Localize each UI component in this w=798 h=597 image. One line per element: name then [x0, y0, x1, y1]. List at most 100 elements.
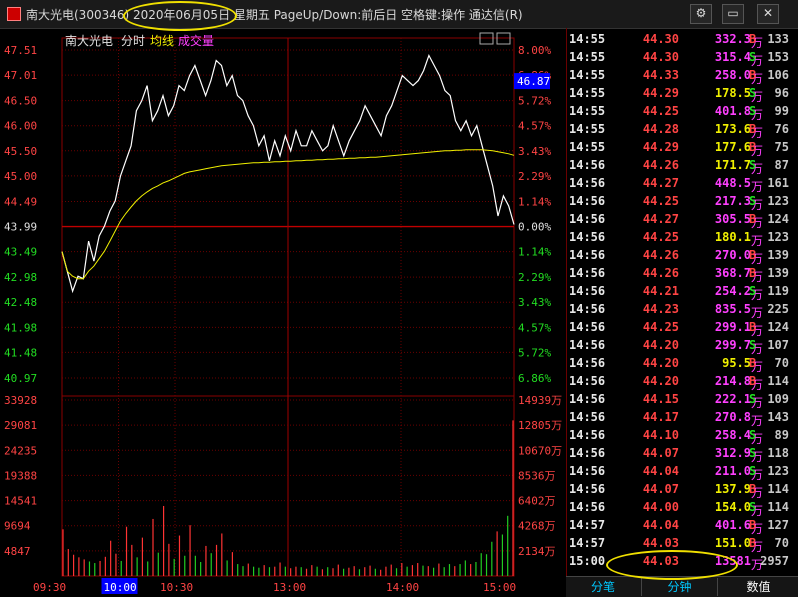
tick-time: 14:56 [569, 446, 606, 460]
tick-list[interactable]: 14:55 44.30 332.3 万 B 133 14:55 44.30 315.4 万 S 153… [566, 28, 798, 576]
percent-tick-label: 3.43% [518, 296, 551, 309]
tick-row[interactable]: 14:56 44.04 211.0 万 S 123 [567, 462, 798, 482]
volume-tick-label: 14541 [4, 495, 37, 508]
tick-row[interactable]: 14:56 44.20 95.5 万 B 70 [567, 354, 798, 374]
tick-direction: B [749, 356, 757, 370]
maximize-button[interactable]: ▭ [722, 4, 744, 24]
tick-direction: S [749, 446, 757, 460]
tick-time: 14:56 [569, 338, 606, 352]
volume-amount-label: 14939万 [518, 394, 562, 407]
tick-row[interactable]: 14:56 44.25 180.1 万 123 [567, 228, 798, 248]
title-bar: 南大光电(300346) 2020年06月05日 星期五 PageUp/Down… [0, 0, 798, 31]
volume-tick-label: 24235 [4, 444, 37, 457]
tick-direction: S [749, 500, 757, 514]
tick-price: 44.04 [642, 518, 679, 532]
tick-row[interactable]: 14:56 44.07 312.9 万 S 118 [567, 444, 798, 464]
tick-volume: 178.5 万 [714, 86, 764, 104]
chart-mode: 分时 [121, 34, 145, 48]
tick-row[interactable]: 14:55 44.29 178.5 万 S 96 [567, 84, 798, 104]
tick-count: 107 [767, 338, 789, 352]
tick-row[interactable]: 14:56 44.26 270.0 万 B 139 [567, 246, 798, 266]
tick-count: 123 [767, 464, 789, 478]
tick-volume: 217.3 万 [714, 194, 764, 212]
tick-direction: S [749, 50, 757, 64]
tick-count: 119 [767, 284, 789, 298]
tick-count: 124 [767, 320, 789, 334]
volume-amount-label: 6402万 [518, 495, 556, 508]
tick-row[interactable]: 14:56 44.27 448.5 万 161 [567, 174, 798, 194]
tick-price: 44.28 [642, 122, 679, 136]
tick-row[interactable]: 14:56 44.23 835.5 万 225 [567, 300, 798, 320]
tick-row[interactable]: 14:56 44.20 214.8 万 B 114 [567, 372, 798, 392]
tick-volume: 173.6 万 [714, 122, 764, 140]
tick-volume: 171.7 万 [714, 158, 764, 176]
tick-direction: B [749, 140, 757, 154]
tick-row[interactable]: 14:55 44.29 177.6 万 B 75 [567, 138, 798, 158]
tick-row[interactable]: 14:56 44.17 270.8 万 143 [567, 408, 798, 428]
tick-row[interactable]: 14:55 44.30 315.4 万 S 153 [567, 48, 798, 68]
tick-volume: 332.3 万 [714, 32, 764, 50]
tick-direction: B [749, 266, 757, 280]
tick-price: 44.04 [642, 464, 679, 478]
percent-tick-label: 5.72% [518, 346, 551, 359]
percent-tick-label: 1.14% [518, 246, 551, 259]
intraday-chart[interactable]: 47.51 8.00% 47.01 6.86% 46.50 5.72% 46.00 4.57%… [0, 28, 568, 596]
current-price-value: 46.87 [517, 75, 550, 88]
tick-price: 44.30 [642, 50, 679, 64]
tick-price: 44.25 [642, 320, 679, 334]
tick-row[interactable]: 14:55 44.25 401.8 万 S 99 [567, 102, 798, 122]
tick-row[interactable]: 14:56 44.20 299.7 万 S 107 [567, 336, 798, 356]
volume-amount-label: 10670万 [518, 444, 562, 457]
tick-price: 44.26 [642, 158, 679, 172]
close-button[interactable]: ✕ [757, 4, 779, 24]
tick-row[interactable]: 14:56 44.21 254.2 万 S 119 [567, 282, 798, 302]
time-tick-label: 15:00 [483, 581, 516, 594]
tick-price: 44.10 [642, 428, 679, 442]
tick-direction: S [749, 464, 757, 478]
tick-row[interactable]: 14:57 44.04 401.6 万 B 127 [567, 516, 798, 536]
tick-direction: S [749, 392, 757, 406]
percent-tick-label: 3.43% [518, 145, 551, 158]
tick-row[interactable]: 14:56 44.10 258.4 万 S 89 [567, 426, 798, 446]
tick-direction: S [749, 86, 757, 100]
tick-row[interactable]: 14:55 44.28 173.6 万 B 76 [567, 120, 798, 140]
tick-count: 87 [774, 158, 789, 172]
tick-direction: S [749, 194, 757, 208]
tick-time: 14:56 [569, 230, 606, 244]
tick-volume: 258.0 万 [714, 68, 764, 86]
tick-price: 44.07 [642, 482, 679, 496]
tick-row[interactable]: 14:56 44.26 368.7 万 B 139 [567, 264, 798, 284]
tick-time: 14:56 [569, 248, 606, 262]
tick-row[interactable]: 14:56 44.26 171.7 万 S 87 [567, 156, 798, 176]
tick-volume: 154.0 万 [714, 500, 764, 518]
tab-ticks[interactable]: 分笔 [566, 578, 640, 596]
settings-button[interactable]: ⚙ [690, 4, 712, 24]
tick-time: 14:55 [569, 104, 606, 118]
tick-row[interactable]: 14:56 44.27 305.5 万 B 124 [567, 210, 798, 230]
tick-row[interactable]: 14:56 44.15 222.1 万 S 109 [567, 390, 798, 410]
tick-direction: B [749, 536, 757, 550]
tick-count: 225 [767, 302, 789, 316]
tick-row[interactable]: 14:56 44.25 217.3 万 S 123 [567, 192, 798, 212]
tick-volume: 254.2 万 [714, 284, 764, 302]
tab-minute[interactable]: 分钟 [641, 578, 717, 596]
tick-count: 124 [767, 212, 789, 226]
tick-time: 14:55 [569, 32, 606, 46]
price-tick-label: 40.97 [4, 372, 37, 385]
percent-tick-label: 5.72% [518, 95, 551, 108]
tick-row[interactable]: 14:55 44.33 258.0 万 B 106 [567, 66, 798, 86]
tab-values[interactable]: 数值 [717, 578, 798, 596]
tick-row[interactable]: 14:56 44.25 299.1 万 B 124 [567, 318, 798, 338]
price-tick-label: 47.51 [4, 44, 37, 57]
tick-row[interactable]: 14:55 44.30 332.3 万 B 133 [567, 30, 798, 50]
tick-price: 44.33 [642, 68, 679, 82]
tick-volume: 305.5 万 [714, 212, 764, 230]
tick-price: 44.29 [642, 86, 679, 100]
tick-row[interactable]: 14:56 44.00 154.0 万 S 114 [567, 498, 798, 518]
chart-avg-label: 均线 [150, 34, 174, 48]
time-tick-label: 10:00 [104, 581, 137, 594]
tick-row[interactable]: 14:56 44.07 137.9 万 B 114 [567, 480, 798, 500]
tick-price: 44.20 [642, 356, 679, 370]
tick-price: 44.03 [642, 536, 679, 550]
percent-tick-label: 1.14% [518, 195, 551, 208]
